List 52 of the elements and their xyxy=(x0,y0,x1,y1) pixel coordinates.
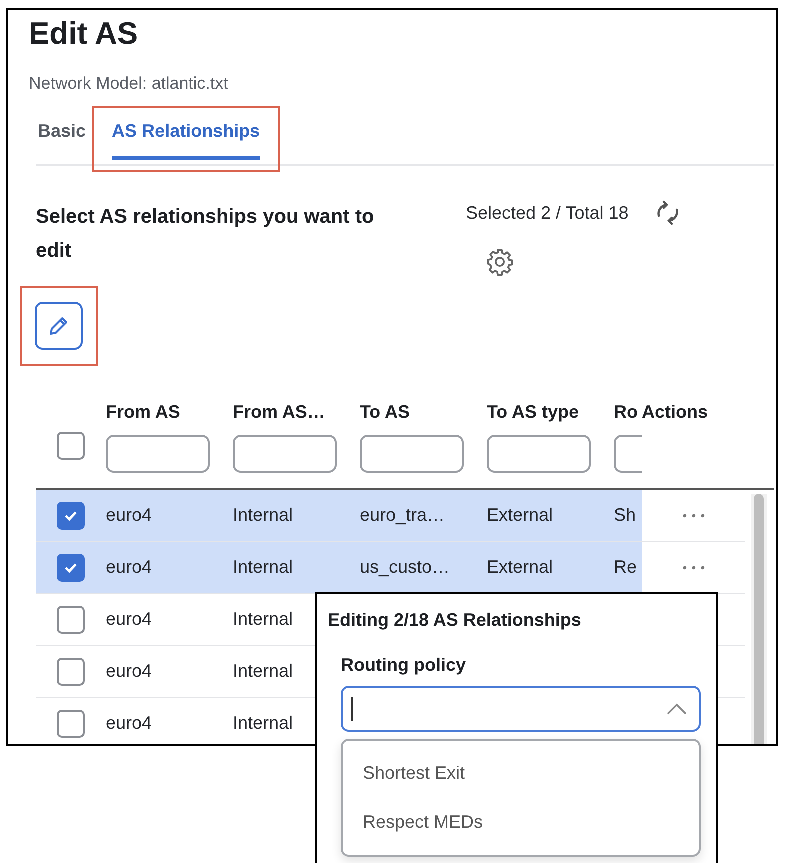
edit-button[interactable] xyxy=(35,302,83,350)
chevron-icon xyxy=(665,702,689,716)
checkbox[interactable] xyxy=(57,554,85,582)
table-cell: euro4 xyxy=(106,713,152,733)
column-header: From AS xyxy=(106,402,180,423)
checkbox[interactable] xyxy=(57,710,85,738)
popup-title: Editing 2/18 AS Relationships xyxy=(328,610,582,631)
table-cell: Internal xyxy=(233,713,294,733)
more-icon[interactable] xyxy=(682,564,706,570)
filter-field[interactable] xyxy=(487,435,591,473)
dropdown-option[interactable]: Respect MEDs xyxy=(343,798,504,847)
column-header: To AS xyxy=(360,402,410,423)
network-model-label: Network Model: atlantic.txt xyxy=(29,74,228,94)
checkbox[interactable] xyxy=(57,432,85,460)
table-cell: euro4 xyxy=(106,505,152,525)
column-header: Actions xyxy=(642,402,708,423)
more-icon[interactable] xyxy=(682,512,706,518)
checkbox[interactable] xyxy=(57,606,85,634)
table-cell: Internal xyxy=(233,557,294,577)
selected-row[interactable]: euro4 Internal us_custo… External Re xyxy=(36,542,745,594)
table-cell: Internal xyxy=(233,505,294,525)
filter-field[interactable] xyxy=(106,435,210,473)
table-cell: Internal xyxy=(233,609,294,629)
table-cell: External xyxy=(487,505,554,525)
table-cell: Sh xyxy=(614,505,636,525)
selection-count: Selected 2 / Total 18 xyxy=(466,202,629,224)
column-header: Ro xyxy=(614,402,638,423)
selected-row[interactable]: euro4 Internal euro_tra… External Sh xyxy=(36,490,745,542)
page-title: Edit AS xyxy=(29,15,138,53)
scrollbar[interactable] xyxy=(751,494,767,744)
column-header: To AS type xyxy=(487,402,580,423)
table-cell: euro4 xyxy=(106,557,152,577)
filter-field[interactable] xyxy=(233,435,337,473)
column-header: From AS… xyxy=(233,402,326,423)
filter-field[interactable] xyxy=(360,435,464,473)
table-cell: euro4 xyxy=(106,661,152,681)
table-cell: us_custo… xyxy=(360,557,450,577)
checkbox[interactable] xyxy=(57,502,85,530)
table-cell: euro_tra… xyxy=(360,505,446,525)
table-cell: Internal xyxy=(233,661,294,681)
settings-icon[interactable] xyxy=(486,248,514,276)
field-label: Routing policy xyxy=(341,655,466,676)
section-heading: Select AS relationships you want to edit xyxy=(36,205,376,264)
table-cell: euro4 xyxy=(106,609,152,629)
table-cell: Re xyxy=(614,557,638,577)
dropdown-field[interactable] xyxy=(341,686,701,732)
tab[interactable]: Basic xyxy=(38,121,86,160)
checkbox[interactable] xyxy=(57,658,85,686)
tab[interactable]: AS Relationships xyxy=(112,121,260,160)
table-cell: External xyxy=(487,557,554,577)
filter-field[interactable] xyxy=(614,435,642,473)
dropdown-option[interactable]: Shortest Exit xyxy=(343,749,486,798)
